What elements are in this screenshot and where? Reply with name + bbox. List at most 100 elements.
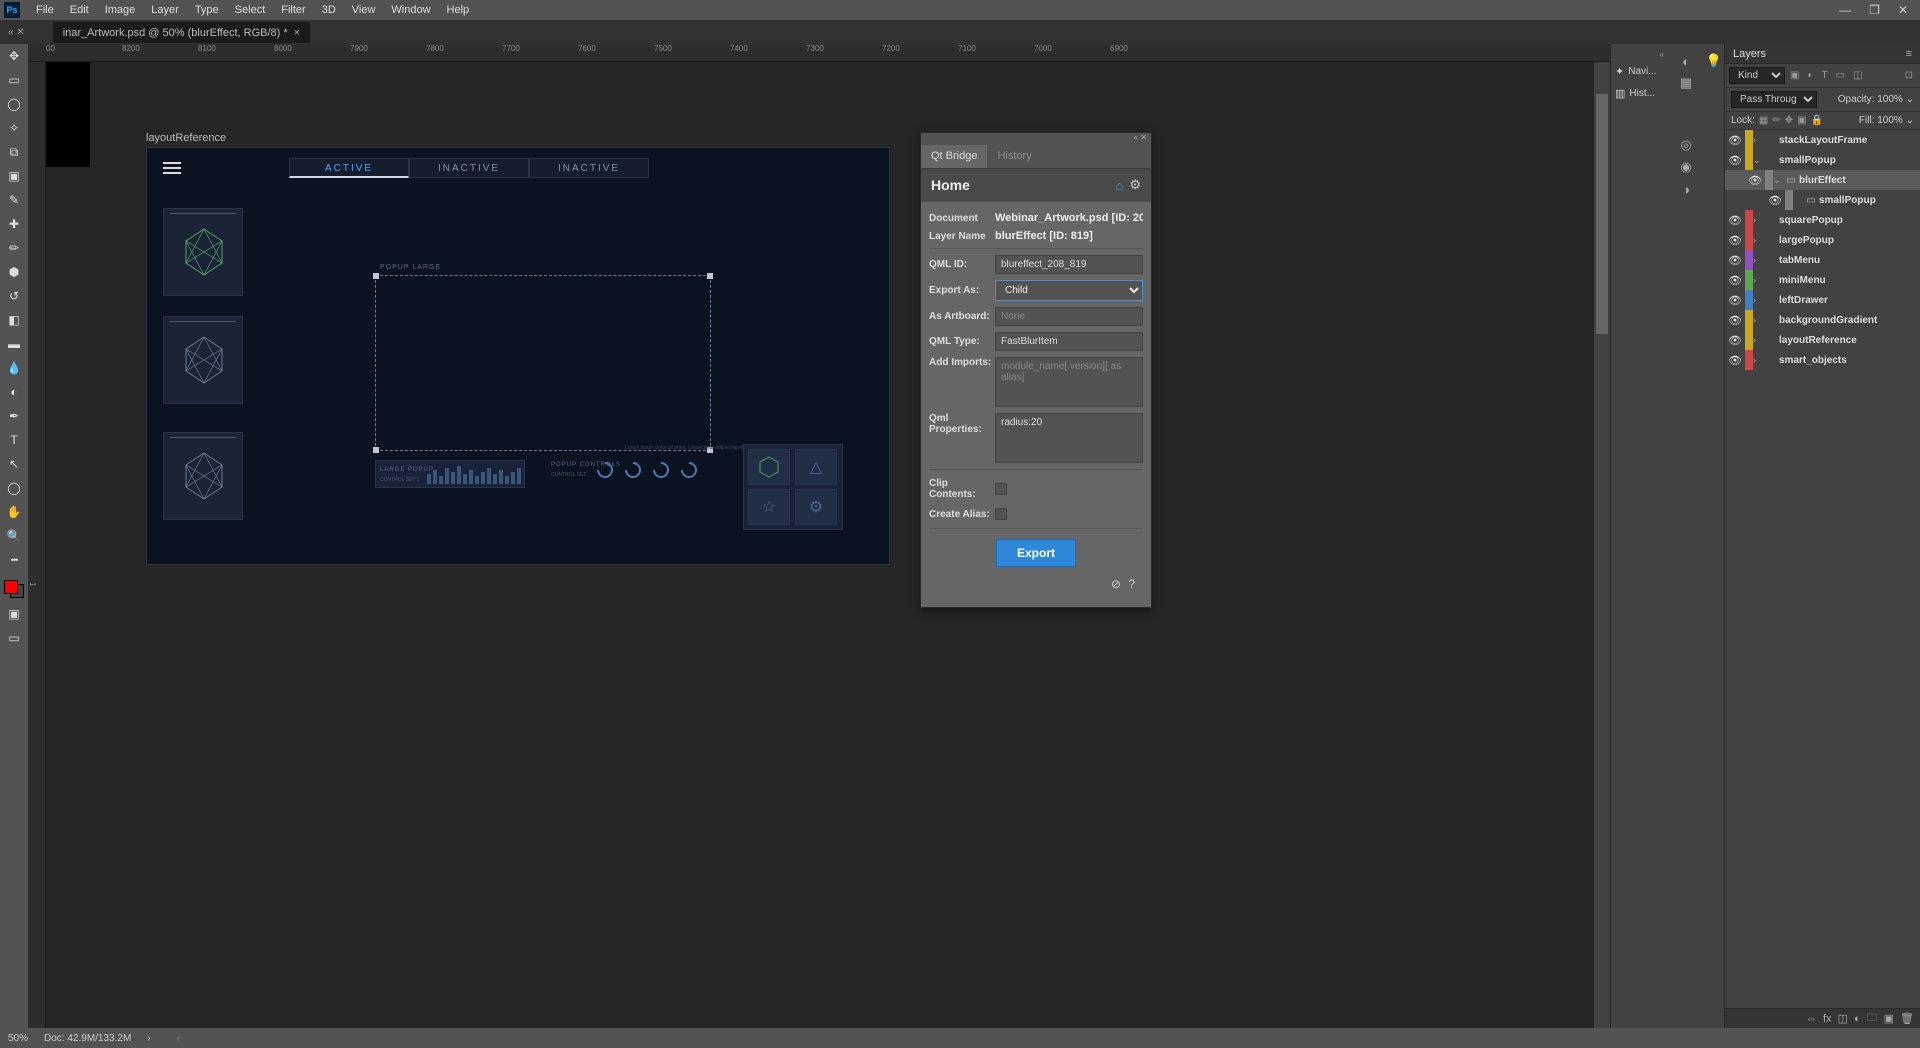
- blur-tool-icon[interactable]: 💧: [4, 360, 24, 376]
- gradient-tool-icon[interactable]: ▬: [4, 336, 24, 352]
- lasso-tool-icon[interactable]: ◯: [4, 96, 24, 112]
- layer-mask-icon[interactable]: ◫: [1838, 1012, 1848, 1025]
- filter-toggle-icon[interactable]: ⊡: [1902, 70, 1916, 81]
- document-tab[interactable]: inar_Artwork.psd @ 50% (blurEffect, RGB/…: [53, 22, 310, 43]
- layer-caret-icon[interactable]: ⌄: [1773, 175, 1783, 186]
- eyedropper-tool-icon[interactable]: ✎: [4, 192, 24, 208]
- foreground-color[interactable]: [4, 580, 18, 594]
- layer-miniMenu[interactable]: 👁›miniMenu: [1725, 270, 1920, 290]
- visibility-icon[interactable]: 👁: [1745, 174, 1765, 187]
- visibility-icon[interactable]: 👁: [1725, 354, 1745, 367]
- tab-history[interactable]: History: [987, 145, 1041, 168]
- viewport[interactable]: layoutReference ACTIVE INACTIVE INACTIVE: [46, 62, 1610, 1028]
- target-icon[interactable]: ◉: [1668, 156, 1704, 178]
- link-layers-icon[interactable]: ⇔: [1806, 1013, 1817, 1025]
- lock-brush-icon[interactable]: ✏: [1772, 115, 1780, 126]
- opacity-value[interactable]: 100%: [1877, 94, 1903, 105]
- menu-view[interactable]: View: [344, 0, 384, 20]
- new-group-icon[interactable]: 🗀: [1867, 1009, 1878, 1028]
- type-tool-icon[interactable]: T: [4, 432, 24, 448]
- export-button[interactable]: Export: [996, 539, 1076, 567]
- layer-caret-icon[interactable]: ›: [1753, 235, 1763, 245]
- grid-icon[interactable]: ▦: [1668, 72, 1704, 94]
- menu-type[interactable]: Type: [187, 0, 227, 20]
- fill-value[interactable]: 100%: [1877, 115, 1903, 126]
- quickmask-icon[interactable]: ▣: [4, 606, 24, 622]
- dock-collapse-icon[interactable]: «: [1611, 50, 1668, 60]
- selection-handle-sw[interactable]: [373, 447, 379, 453]
- filter-adjust-icon[interactable]: ◐: [1804, 70, 1816, 81]
- layer-list[interactable]: 👁›stackLayoutFrame👁⌄smallPopup👁⌄▭blurEff…: [1725, 130, 1920, 1008]
- adjustments-icon[interactable]: ◐: [1668, 50, 1704, 72]
- layer-caret-icon[interactable]: ›: [1753, 135, 1763, 145]
- maximize-icon[interactable]: ❐: [1869, 3, 1880, 17]
- hand-tool-icon[interactable]: ✋: [4, 504, 24, 520]
- filter-shape-icon[interactable]: ▭: [1833, 70, 1848, 81]
- artboard-label[interactable]: layoutReference: [146, 132, 226, 144]
- layer-layoutReference[interactable]: 👁›layoutReference: [1725, 330, 1920, 350]
- stamp-tool-icon[interactable]: ⬢: [4, 264, 24, 280]
- color-swatch[interactable]: [4, 580, 24, 598]
- menu-help[interactable]: Help: [439, 0, 478, 20]
- cc-icon[interactable]: ◎: [1668, 134, 1704, 156]
- layer-caret-icon[interactable]: ›: [1753, 215, 1763, 225]
- wand-tool-icon[interactable]: ✧: [4, 120, 24, 136]
- input-as-artboard[interactable]: [995, 307, 1143, 326]
- menu-edit[interactable]: Edit: [62, 0, 97, 20]
- bulb-icon[interactable]: 💡: [1704, 50, 1724, 72]
- layer-caret-icon[interactable]: ›: [1753, 275, 1763, 285]
- menu-image[interactable]: Image: [97, 0, 144, 20]
- tab-qtbridge[interactable]: Qt Bridge: [921, 145, 987, 168]
- minimize-icon[interactable]: —: [1839, 3, 1851, 17]
- visibility-icon[interactable]: 👁: [1725, 274, 1745, 287]
- vertical-scrollbar[interactable]: [1594, 62, 1610, 1028]
- artboard[interactable]: ACTIVE INACTIVE INACTIVE POPUP: [146, 147, 890, 565]
- delete-layer-icon[interactable]: 🗑: [1900, 1012, 1914, 1025]
- layer-leftDrawer[interactable]: 👁›leftDrawer: [1725, 290, 1920, 310]
- menu-file[interactable]: File: [28, 0, 62, 20]
- menu-3d[interactable]: 3D: [314, 0, 344, 20]
- layer-smart_objects[interactable]: 👁›smart_objects: [1725, 350, 1920, 370]
- menu-filter[interactable]: Filter: [273, 0, 313, 20]
- layer-caret-icon[interactable]: ›: [1753, 315, 1763, 325]
- visibility-icon[interactable]: 👁: [1725, 214, 1745, 227]
- history-brush-icon[interactable]: ↺: [4, 288, 24, 304]
- visibility-icon[interactable]: 👁: [1725, 254, 1745, 267]
- settings-icon[interactable]: ⚙: [1129, 177, 1141, 193]
- layer-fx-icon[interactable]: fx: [1823, 1013, 1832, 1025]
- layer-smallPopup[interactable]: 👁⌄smallPopup: [1725, 150, 1920, 170]
- layer-stackLayoutFrame[interactable]: 👁›stackLayoutFrame: [1725, 130, 1920, 150]
- layer-largePopup[interactable]: 👁›largePopup: [1725, 230, 1920, 250]
- visibility-icon[interactable]: 👁: [1725, 334, 1745, 347]
- layer-caret-icon[interactable]: ›: [1753, 335, 1763, 345]
- layer-caret-icon[interactable]: ›: [1753, 255, 1763, 265]
- selection-handle-nw[interactable]: [373, 273, 379, 279]
- more-tools-icon[interactable]: •••: [4, 552, 24, 568]
- marquee-tool-icon[interactable]: ▭: [4, 72, 24, 88]
- filter-image-icon[interactable]: ▣: [1787, 70, 1802, 81]
- lock-artboard-icon[interactable]: ▣: [1797, 115, 1806, 126]
- layer-caret-icon[interactable]: ›: [1753, 295, 1763, 305]
- layer-caret-icon[interactable]: ⌄: [1753, 155, 1763, 166]
- layers-menu-icon[interactable]: ≡: [1906, 48, 1912, 60]
- layer-squarePopup[interactable]: 👁›squarePopup: [1725, 210, 1920, 230]
- layer-smallPopup[interactable]: 👁▭smallPopup: [1725, 190, 1920, 210]
- layers-filter-kind[interactable]: Kind: [1729, 67, 1785, 84]
- screenmode-icon[interactable]: ▭: [4, 630, 24, 646]
- selection-handle-ne[interactable]: [707, 273, 713, 279]
- menu-layer[interactable]: Layer: [143, 0, 187, 20]
- input-qml-type[interactable]: [995, 332, 1143, 351]
- layer-caret-icon[interactable]: ›: [1753, 355, 1763, 365]
- crop-tool-icon[interactable]: ⧉: [4, 144, 24, 160]
- zoom-tool-icon[interactable]: 🔍: [4, 528, 24, 544]
- close-icon[interactable]: ✕: [1898, 3, 1908, 17]
- dodge-tool-icon[interactable]: ◐: [4, 384, 24, 400]
- layer-backgroundGradient[interactable]: 👁›backgroundGradient: [1725, 310, 1920, 330]
- hscroll-left-icon[interactable]: ‹: [177, 1033, 180, 1044]
- move-tool-icon[interactable]: ✥: [4, 48, 24, 64]
- new-layer-icon[interactable]: ▣: [1884, 1012, 1894, 1025]
- path-tool-icon[interactable]: ↖: [4, 456, 24, 472]
- home-icon[interactable]: ⌂: [1115, 178, 1123, 193]
- warning-icon[interactable]: ⊘: [1111, 577, 1121, 591]
- contrast-icon[interactable]: ◑: [1668, 178, 1704, 200]
